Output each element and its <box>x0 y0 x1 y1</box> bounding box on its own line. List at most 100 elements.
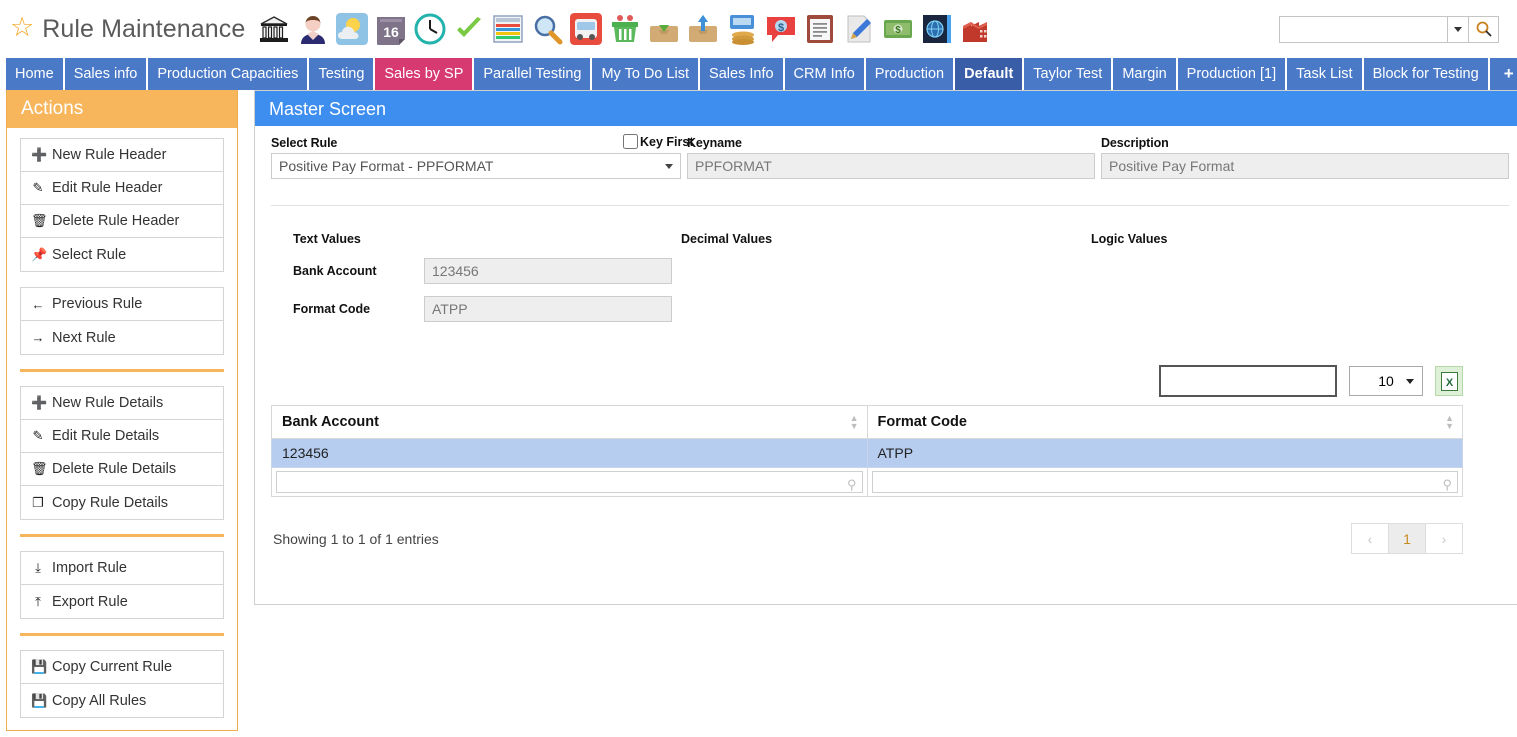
tab-production[interactable]: Production <box>865 58 954 90</box>
pagination-page-1[interactable]: 1 <box>1388 523 1426 554</box>
table-cell[interactable]: 123456 <box>271 438 868 468</box>
tab-block-for-testing[interactable]: Block for Testing <box>1363 58 1488 90</box>
calendar-icon[interactable]: 16 <box>375 13 407 45</box>
app-title: Rule Maintenance <box>42 14 246 43</box>
add-tab-button[interactable]: + <box>1489 58 1517 90</box>
action-next-rule[interactable]: → Next Rule <box>21 321 223 354</box>
actions-list: ➕ New Rule Header ✎ Edit Rule Header 🗑 Delete… <box>7 128 237 718</box>
tab-production-capacities[interactable]: Production Capacities <box>148 58 308 90</box>
logic-values-label: Logic Values <box>1091 232 1168 246</box>
key-first-checkbox[interactable] <box>623 134 638 149</box>
tab-taylor-test[interactable]: Taylor Test <box>1024 58 1112 90</box>
pencil-icon: ✎ <box>32 428 44 443</box>
text-value-field-input[interactable] <box>424 258 672 284</box>
sort-icon[interactable]: ▲ ▼ <box>1445 414 1454 431</box>
inbox-download-icon[interactable] <box>648 13 680 45</box>
factory-icon[interactable] <box>960 13 992 45</box>
person-icon[interactable] <box>297 13 329 45</box>
action-group-1: ← Previous Rule → Next Rule <box>20 287 224 355</box>
datatable-controls: 102550100 X <box>271 365 1509 397</box>
action-export-rule[interactable]: ⤒ Export Rule <box>21 585 223 618</box>
tab-task-list[interactable]: Task List <box>1287 58 1362 90</box>
checkmark-icon[interactable] <box>453 13 485 45</box>
action-import-rule[interactable]: ⤓ Import Rule <box>21 552 223 585</box>
action-previous-rule[interactable]: ← Previous Rule <box>21 288 223 321</box>
action-new-rule-header[interactable]: ➕ New Rule Header <box>21 139 223 172</box>
plus-square-icon: ➕ <box>31 147 48 162</box>
action-copy-all-rules[interactable]: 💾 Copy All Rules <box>21 684 223 717</box>
table-cell[interactable]: ATPP <box>866 438 1463 468</box>
values-section-headers: Text Values Bank Account Format Code Deci… <box>271 232 1509 322</box>
select-rule-field: Select Rule Positive Pay Format - PPFORM… <box>271 136 681 179</box>
pencil-note-icon[interactable] <box>843 13 875 45</box>
text-value-field-label: Bank Account <box>293 264 377 278</box>
bank-icon[interactable] <box>258 13 290 45</box>
group-separator <box>20 633 224 636</box>
action-delete-rule-details[interactable]: 🗑 Delete Rule Details <box>21 453 223 486</box>
action-copy-current-rule[interactable]: 💾 Copy Current Rule <box>21 651 223 684</box>
action-delete-rule-header[interactable]: 🗑 Delete Rule Header <box>21 205 223 238</box>
weather-icon[interactable] <box>336 13 368 45</box>
tab-default[interactable]: Default <box>955 58 1023 90</box>
description-input[interactable] <box>1101 153 1509 179</box>
column-filter-input[interactable] <box>276 471 863 493</box>
pagination-prev[interactable]: ‹ <box>1351 523 1389 554</box>
tab-testing[interactable]: Testing <box>309 58 374 90</box>
global-search-input[interactable] <box>1279 15 1447 43</box>
pagination-next[interactable]: › <box>1425 523 1463 554</box>
key-first-label: Key First <box>640 134 694 149</box>
pencil-icon: ✎ <box>32 180 44 195</box>
pagination: ‹ 1 › <box>1351 523 1463 554</box>
text-values-label: Text Values <box>293 232 361 246</box>
money-hand-icon[interactable] <box>726 13 758 45</box>
sort-icon[interactable]: ▲ ▼ <box>850 414 859 431</box>
table-body: 123456 ATPP <box>271 438 1463 468</box>
text-value-field-input[interactable] <box>424 296 672 322</box>
text-value-field-row: Bank Account <box>293 258 681 284</box>
cash-icon[interactable]: $ <box>882 13 914 45</box>
dollar-chat-icon[interactable]: $ <box>765 13 797 45</box>
tab-parallel-testing[interactable]: Parallel Testing <box>474 58 591 90</box>
truck-icon[interactable] <box>570 13 602 45</box>
column-filter-input[interactable] <box>871 471 1458 493</box>
save-icon: 💾 <box>31 659 48 674</box>
spreadsheet-icon[interactable] <box>492 13 524 45</box>
search-icon[interactable] <box>1469 15 1499 43</box>
action-edit-rule-header[interactable]: ✎ Edit Rule Header <box>21 172 223 205</box>
clipboard-icon[interactable] <box>804 13 836 45</box>
tab-sales-info[interactable]: Sales info <box>64 58 147 90</box>
globe-book-icon[interactable] <box>921 13 953 45</box>
action-select-rule[interactable]: 📌 Select Rule <box>21 238 223 271</box>
action-copy-rule-details[interactable]: ❐ Copy Rule Details <box>21 486 223 519</box>
description-field: Description <box>1101 136 1509 179</box>
excel-export-icon[interactable]: X <box>1435 366 1463 396</box>
column-header-format-code[interactable]: Format Code ▲ ▼ <box>866 405 1463 439</box>
table-row[interactable]: 123456 ATPP <box>271 438 1463 468</box>
tab-margin[interactable]: Margin <box>1113 58 1176 90</box>
action-label: New Rule Details <box>52 395 164 411</box>
clock-icon[interactable] <box>414 13 446 45</box>
tab-home[interactable]: Home <box>6 58 63 90</box>
magnifier-icon[interactable] <box>531 13 563 45</box>
svg-text:16: 16 <box>383 24 399 40</box>
column-label: Bank Account <box>282 414 379 430</box>
plus-square-icon: ➕ <box>31 395 48 410</box>
action-new-rule-details[interactable]: ➕ New Rule Details <box>21 387 223 420</box>
select-rule-dropdown[interactable]: Positive Pay Format - PPFORMAT <box>271 153 681 179</box>
tab-crm-info[interactable]: CRM Info <box>784 58 864 90</box>
tab-my-to-do-list[interactable]: My To Do List <box>592 58 699 90</box>
keyname-input[interactable] <box>687 153 1095 179</box>
column-header-bank-account[interactable]: Bank Account ▲ ▼ <box>271 405 868 439</box>
chevron-down-icon[interactable] <box>1447 15 1469 43</box>
inbox-upload-icon[interactable] <box>687 13 719 45</box>
tab-sales-by-sp[interactable]: Sales by SP <box>375 58 473 90</box>
trash-icon: 🗑 <box>31 213 48 228</box>
page-length-select[interactable]: 102550100 <box>1349 366 1423 396</box>
tab-sales-info[interactable]: Sales Info <box>700 58 783 90</box>
datatable-search-input[interactable] <box>1159 365 1337 397</box>
action-edit-rule-details[interactable]: ✎ Edit Rule Details <box>21 420 223 453</box>
action-label: Copy Rule Details <box>52 494 169 511</box>
basket-icon[interactable] <box>609 13 641 45</box>
select-rule-label: Select Rule <box>271 136 338 150</box>
tab-production-1[interactable]: Production [1] <box>1177 58 1286 90</box>
